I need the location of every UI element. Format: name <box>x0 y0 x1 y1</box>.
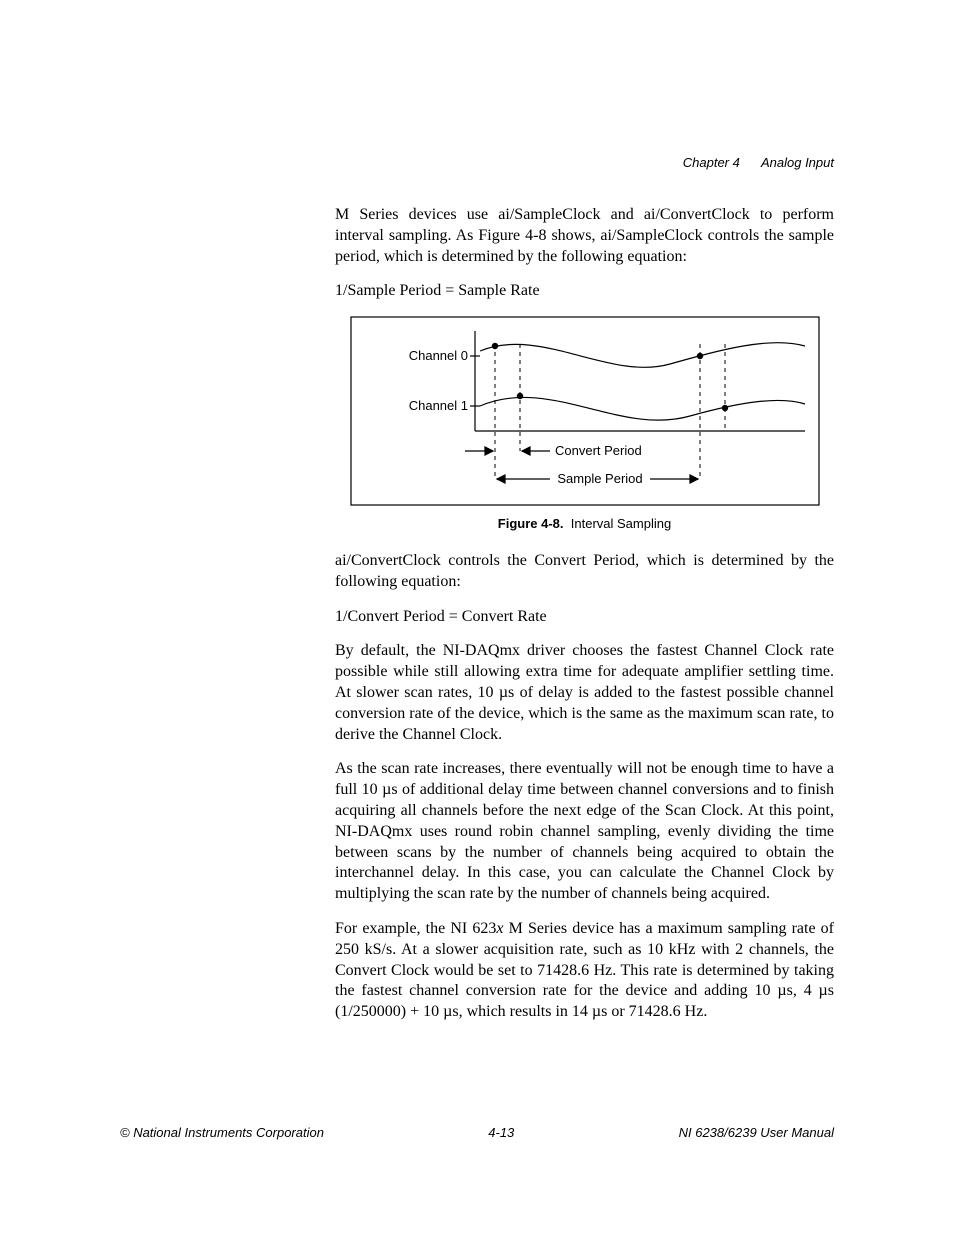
label-channel0: Channel 0 <box>408 348 467 363</box>
figure-caption-text: Interval Sampling <box>571 516 671 531</box>
header-chapter: Chapter 4 <box>683 155 740 170</box>
label-channel1: Channel 1 <box>408 398 467 413</box>
figure-caption-label: Figure 4-8. <box>498 516 564 531</box>
footer-page-number: 4-13 <box>488 1125 514 1140</box>
figure-interval-sampling: Channel 0 Channel 1 Convert Period <box>335 316 834 506</box>
label-convert-period: Convert Period <box>555 443 642 458</box>
label-sample-period: Sample Period <box>557 471 642 486</box>
footer-copyright: © National Instruments Corporation <box>120 1125 324 1140</box>
paragraph-convert: ai/ConvertClock controls the Convert Per… <box>335 551 834 593</box>
running-header: Chapter 4 Analog Input <box>683 155 834 170</box>
equation-sample-rate: 1/Sample Period = Sample Rate <box>335 281 834 302</box>
body-text: M Series devices use ai/SampleClock and … <box>335 205 834 1023</box>
footer: © National Instruments Corporation 4-13 … <box>120 1125 834 1140</box>
paragraph-scanrate: As the scan rate increases, there eventu… <box>335 759 834 905</box>
paragraph-intro: M Series devices use ai/SampleClock and … <box>335 205 834 267</box>
paragraph-example: For example, the NI 623x M Series device… <box>335 919 834 1023</box>
header-section: Analog Input <box>761 155 834 170</box>
equation-convert-rate: 1/Convert Period = Convert Rate <box>335 607 834 628</box>
page: Chapter 4 Analog Input M Series devices … <box>0 0 954 1235</box>
paragraph-default: By default, the NI-DAQmx driver chooses … <box>335 641 834 745</box>
footer-manual-title: NI 6238/6239 User Manual <box>679 1125 834 1140</box>
figure-caption: Figure 4-8. Interval Sampling <box>335 516 834 533</box>
